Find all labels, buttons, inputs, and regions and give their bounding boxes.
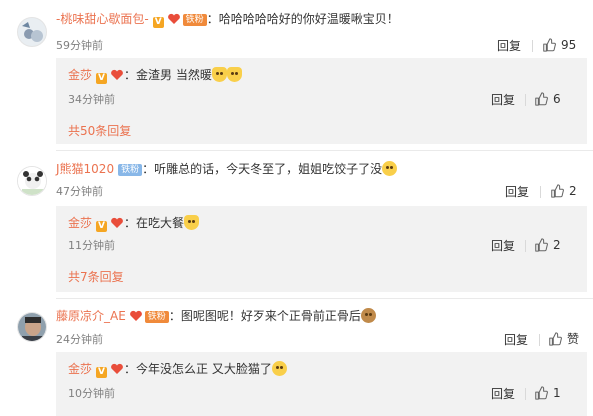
more-replies-link[interactable]: 共50条回复 <box>68 124 131 138</box>
grin-emoji-icon <box>271 361 287 376</box>
divider <box>525 94 526 106</box>
username-link[interactable]: 金莎 <box>68 216 92 230</box>
reply-text: ：今年没怎么正 又大脸猫了 <box>124 362 272 376</box>
thumbs-up-icon <box>549 332 562 346</box>
reply-thread: 金莎 V ：金渣男 当然暖 34分钟前 回复 6 共50条回复 <box>56 58 587 144</box>
comment-item: J熊猫1020 铁粉 ：听雕总的话，今天冬至了，姐姐吃饺子了没 47分钟前 回复 2… <box>0 150 593 298</box>
comment-time: 24分钟前 <box>56 333 103 346</box>
thumbs-up-icon <box>535 92 548 106</box>
verified-v-icon: V <box>96 367 108 378</box>
fan-badge: 铁粉 <box>144 311 169 323</box>
username-link[interactable]: 藤原凉介_AE <box>56 309 126 323</box>
reply-line: 金莎 V ：金渣男 当然暖 <box>68 67 242 85</box>
like-count: 6 <box>553 92 561 106</box>
more-replies-link[interactable]: 共7条回复 <box>68 270 124 284</box>
comment-line: -桃味甜心歇面包- V 铁粉 ：哈哈哈哈哈好的你好温暖啾宝贝！ <box>56 11 399 29</box>
verified-v-icon: V <box>96 73 108 84</box>
reply-button[interactable]: 回复 <box>491 93 515 107</box>
divider <box>525 388 526 400</box>
level-heart-icon <box>167 13 181 29</box>
reply-line: 金莎 V ：在吃大餐 <box>68 215 200 233</box>
level-heart-icon <box>110 363 124 379</box>
comment-time: 59分钟前 <box>56 39 103 52</box>
comment-item: -桃味甜心歇面包- V 铁粉 ：哈哈哈哈哈好的你好温暖啾宝贝！ 59分钟前 回复 95… <box>0 0 593 150</box>
reply-time: 10分钟前 <box>68 387 115 400</box>
thumbs-up-icon <box>535 386 548 400</box>
comment-time: 47分钟前 <box>56 185 103 198</box>
smile-emoji-icon <box>382 161 398 176</box>
like-button[interactable]: 95 <box>542 38 576 52</box>
reply-time: 11分钟前 <box>68 239 115 252</box>
username-link[interactable]: J熊猫1020 <box>56 162 114 176</box>
username-link[interactable]: 金莎 <box>68 68 92 82</box>
cat-emoji-icon <box>211 67 227 82</box>
cool-emoji-icon <box>360 308 376 323</box>
avatar[interactable] <box>17 312 47 342</box>
divider <box>532 40 533 52</box>
like-button[interactable]: 2 <box>534 238 561 252</box>
reply-button[interactable]: 回复 <box>491 239 515 253</box>
divider <box>525 240 526 252</box>
reply-text: ：金渣男 当然暖 <box>124 68 212 82</box>
comment-text: ：听雕总的话，今天冬至了，姐姐吃饺子了没 <box>142 162 383 176</box>
fan-badge: 铁粉 <box>182 14 207 26</box>
cat-emoji-icon <box>184 215 200 230</box>
reply-thread: 金莎 V ：今年没怎么正 又大脸猫了 10分钟前 回复 1 <box>56 352 587 416</box>
thumbs-up-icon <box>551 184 564 198</box>
reply-button[interactable]: 回复 <box>505 185 529 199</box>
level-heart-icon <box>110 217 124 233</box>
comment-item: 藤原凉介_AE 铁粉 ：图呢图呢！好歹来个正骨前正骨后 24分钟前 回复 赞 金莎 V… <box>0 298 593 416</box>
like-button[interactable]: 1 <box>534 386 561 400</box>
reply-text: ：在吃大餐 <box>124 216 185 230</box>
like-button[interactable]: 赞 <box>548 332 579 346</box>
reply-button[interactable]: 回复 <box>497 39 521 53</box>
level-heart-icon <box>110 69 124 85</box>
avatar[interactable] <box>17 17 47 47</box>
verified-v-icon: V <box>96 221 108 232</box>
thumbs-up-icon <box>543 38 556 52</box>
username-link[interactable]: -桃味甜心歇面包- <box>56 12 149 26</box>
reply-line: 金莎 V ：今年没怎么正 又大脸猫了 <box>68 361 287 379</box>
like-button[interactable]: 2 <box>550 184 577 198</box>
like-count: 95 <box>561 38 577 52</box>
divider <box>540 186 541 198</box>
avatar[interactable] <box>17 166 47 196</box>
username-link[interactable]: 金莎 <box>68 362 92 376</box>
thumbs-up-icon <box>535 238 548 252</box>
cat-emoji-icon <box>226 67 242 82</box>
reply-thread: 金莎 V ：在吃大餐 11分钟前 回复 2 共7条回复 <box>56 206 587 292</box>
like-count: 1 <box>553 386 561 400</box>
like-count: 2 <box>553 238 561 252</box>
comment-line: 藤原凉介_AE 铁粉 ：图呢图呢！好歹来个正骨前正骨后 <box>56 308 376 326</box>
level-heart-icon <box>129 310 143 326</box>
reply-time: 34分钟前 <box>68 93 115 106</box>
reply-button[interactable]: 回复 <box>491 387 515 401</box>
fan-badge: 铁粉 <box>118 164 143 176</box>
comment-text: ：图呢图呢！好歹来个正骨前正骨后 <box>168 309 361 323</box>
comment-line: J熊猫1020 铁粉 ：听雕总的话，今天冬至了，姐姐吃饺子了没 <box>56 161 398 177</box>
like-count: 赞 <box>567 332 580 346</box>
like-count: 2 <box>569 184 577 198</box>
verified-v-icon: V <box>152 17 164 28</box>
reply-button[interactable]: 回复 <box>504 333 528 347</box>
like-button[interactable]: 6 <box>534 92 561 106</box>
comment-text: ：哈哈哈哈哈好的你好温暖啾宝贝！ <box>206 12 399 26</box>
divider <box>539 334 540 346</box>
